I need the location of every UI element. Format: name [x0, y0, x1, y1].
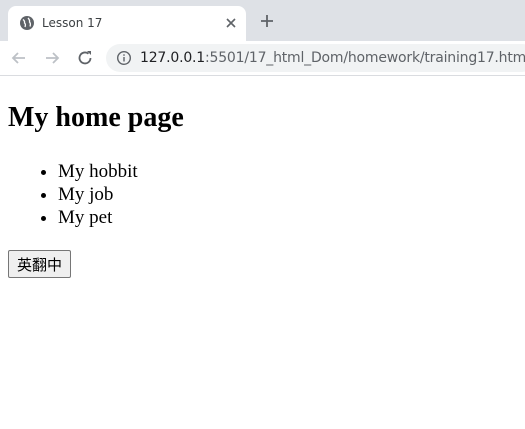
tab-lesson-17[interactable]: Lesson 17 [8, 6, 246, 41]
browser-window: Lesson 17 127.0.0.1:5501/17_html_Dom/hom… [0, 0, 525, 429]
list-item: My pet [58, 206, 138, 229]
reload-icon[interactable] [75, 48, 95, 68]
list-item: My job [58, 183, 138, 206]
translate-button[interactable]: 英翻中 [8, 250, 72, 278]
url-host: 127.0.0.1 [140, 50, 205, 66]
close-icon[interactable] [223, 15, 239, 31]
page-content: My home page My hobbit My job My pet 英翻中 [0, 76, 525, 429]
url-path: /17_html_Dom/homework/training17.html [244, 50, 525, 66]
item-list: My hobbit My job My pet [18, 160, 138, 229]
url-text[interactable]: 127.0.0.1:5501/17_html_Dom/homework/trai… [140, 49, 525, 67]
url-port: :5501 [205, 50, 245, 66]
tab-title: Lesson 17 [42, 16, 103, 30]
toolbar: 127.0.0.1:5501/17_html_Dom/homework/trai… [0, 41, 525, 76]
info-icon[interactable] [116, 50, 132, 66]
arrow-left-icon[interactable] [9, 48, 29, 68]
arrow-right-icon[interactable] [42, 48, 62, 68]
plus-icon[interactable] [258, 12, 276, 30]
list-item: My hobbit [58, 160, 138, 183]
address-bar[interactable]: 127.0.0.1:5501/17_html_Dom/homework/trai… [106, 44, 525, 72]
page-title: My home page [8, 102, 184, 133]
globe-icon [20, 16, 34, 30]
tab-strip: Lesson 17 [0, 0, 525, 41]
